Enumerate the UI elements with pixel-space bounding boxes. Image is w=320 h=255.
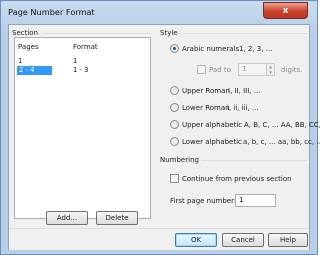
section-list[interactable]: Pages Format 1 1 2 - 4 1 - 3 bbox=[14, 37, 151, 219]
radio-lower-roman-sample: i, ii, iii, ... bbox=[227, 104, 259, 112]
dialog-window: Page Number Format x Section Pages Forma… bbox=[0, 0, 320, 255]
radio-upper-alpha-sample: A, B, C, ... AA, BB, CC, ... bbox=[244, 121, 320, 129]
list-item-format: 1 bbox=[73, 57, 78, 65]
pad-to-checkbox[interactable] bbox=[197, 65, 206, 74]
continue-checkbox[interactable] bbox=[170, 174, 179, 183]
column-header-format: Format bbox=[73, 43, 98, 51]
ok-button-label: OK bbox=[190, 236, 202, 244]
radio-lower-roman-label[interactable]: Lower Roman bbox=[182, 104, 230, 112]
radio-lower-alpha[interactable] bbox=[170, 137, 179, 146]
radio-upper-roman-label[interactable]: Upper Roman bbox=[182, 87, 230, 95]
dialog-title: Page Number Format bbox=[8, 7, 95, 17]
list-item-format: 1 - 3 bbox=[73, 66, 89, 74]
pad-digits-input[interactable]: 1 bbox=[238, 63, 267, 76]
style-divider bbox=[179, 33, 307, 34]
pad-to-label[interactable]: Pad to bbox=[209, 66, 231, 74]
dialog-body: Section Pages Format 1 1 2 - 4 1 - 3 Add… bbox=[8, 24, 320, 250]
column-header-pages: Pages bbox=[18, 43, 39, 51]
add-button-label: Add... bbox=[56, 214, 78, 222]
first-page-input[interactable]: 1 bbox=[235, 194, 276, 207]
radio-arabic[interactable] bbox=[170, 44, 179, 53]
title-bar[interactable]: Page Number Format x bbox=[1, 1, 317, 23]
style-group-label: Style bbox=[160, 29, 178, 37]
radio-upper-roman[interactable] bbox=[170, 86, 179, 95]
chevron-down-icon[interactable]: ▼ bbox=[267, 70, 274, 76]
continue-label[interactable]: Continue from previous section bbox=[182, 175, 292, 183]
delete-button[interactable]: Delete bbox=[96, 211, 138, 225]
pad-digits-stepper[interactable]: ▲ ▼ bbox=[266, 63, 275, 76]
list-item-pages: 1 bbox=[18, 57, 23, 65]
list-item-pages: 2 - 4 bbox=[19, 66, 35, 74]
add-button[interactable]: Add... bbox=[46, 211, 88, 225]
radio-arabic-sample: 1, 2, 3, ... bbox=[239, 45, 273, 53]
radio-lower-alpha-label[interactable]: Lower alphabetic bbox=[182, 138, 242, 146]
cancel-button-label: Cancel bbox=[231, 236, 255, 244]
numbering-divider bbox=[201, 160, 307, 161]
close-icon: x bbox=[282, 5, 289, 16]
radio-upper-alpha-label[interactable]: Upper alphabetic bbox=[182, 121, 242, 129]
radio-lower-roman[interactable] bbox=[170, 103, 179, 112]
close-button[interactable]: x bbox=[263, 2, 308, 19]
cancel-button[interactable]: Cancel bbox=[222, 233, 264, 247]
delete-button-label: Delete bbox=[105, 214, 129, 222]
first-page-label: First page number: bbox=[170, 197, 237, 205]
radio-arabic-label[interactable]: Arabic numerals bbox=[182, 45, 239, 53]
radio-upper-alpha[interactable] bbox=[170, 120, 179, 129]
section-group-label: Section bbox=[12, 29, 39, 37]
help-button[interactable]: Help bbox=[268, 233, 308, 247]
radio-lower-alpha-sample: a, b, c, ... aa, bb, cc, ... bbox=[243, 138, 320, 146]
help-button-label: Help bbox=[280, 236, 296, 244]
numbering-group-label: Numbering bbox=[160, 156, 199, 164]
pad-digits-suffix: digits. bbox=[281, 66, 303, 74]
section-divider bbox=[43, 33, 150, 34]
footer-bar bbox=[9, 229, 309, 250]
ok-button[interactable]: OK bbox=[175, 233, 217, 247]
radio-upper-roman-sample: I, II, III, ... bbox=[228, 87, 261, 95]
